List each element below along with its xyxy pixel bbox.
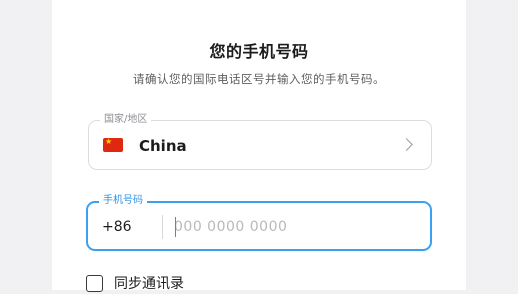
dial-code[interactable]: +86 (102, 217, 132, 237)
page-subtitle: 请确认您的国际电话区号并输入您的手机号码。 (133, 72, 385, 86)
sync-contacts-label[interactable]: 同步通讯录 (114, 274, 184, 294)
china-flag-icon: ★ (103, 138, 123, 152)
phone-login-panel: 您的手机号码 请确认您的国际电话区号并输入您的手机号码。 ★ China 国家/… (52, 0, 466, 292)
chevron-right-icon (400, 138, 413, 151)
field-divider (162, 215, 163, 239)
phone-number-input[interactable] (174, 215, 414, 239)
text-caret (175, 217, 176, 237)
left-margin (0, 0, 52, 290)
country-name: China (139, 137, 187, 155)
sync-contacts-checkbox[interactable] (86, 275, 103, 292)
phone-field-label: 手机号码 (99, 194, 147, 208)
right-margin (466, 0, 518, 290)
country-field-label: 国家/地区 (100, 113, 152, 127)
page-title: 您的手机号码 (209, 42, 309, 61)
phone-number-field[interactable]: +86 (86, 201, 432, 251)
country-selector[interactable]: ★ China (88, 120, 432, 170)
